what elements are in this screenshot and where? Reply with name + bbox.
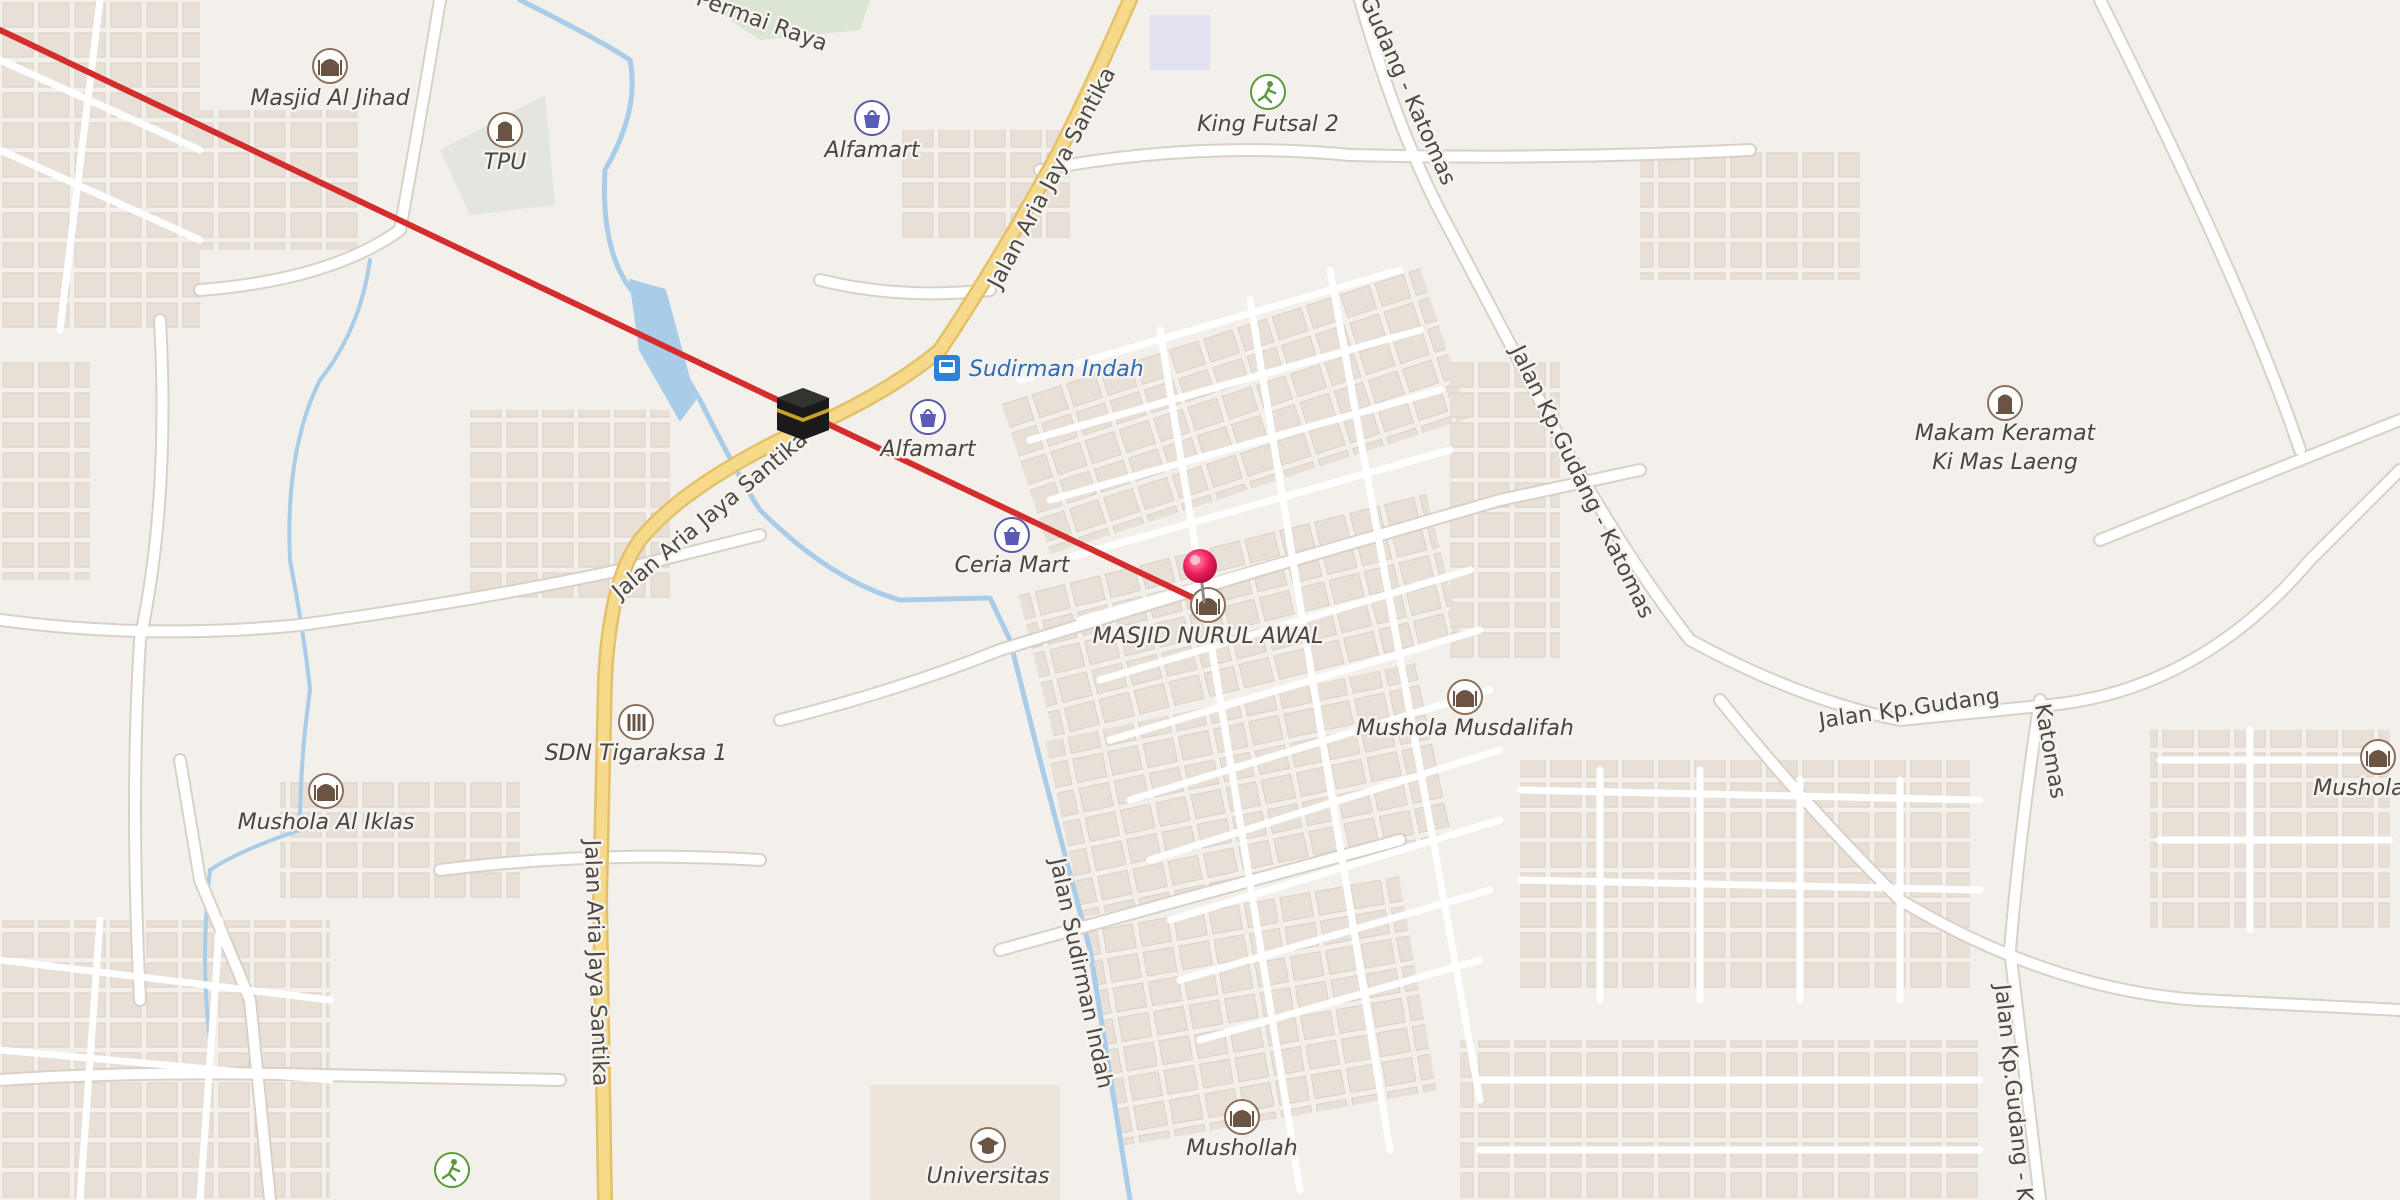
poi-label: Alfamart <box>879 437 977 462</box>
poi-sports-southwest[interactable] <box>434 1152 470 1188</box>
poi-label: Masjid Al Jihad <box>250 86 410 111</box>
map-canvas[interactable]: Permai Raya Jalan Aria Jaya Santika Jala… <box>0 0 2400 1200</box>
poi-label: Mushola Al <box>2313 776 2400 801</box>
poi-label: Universitas <box>927 1164 1050 1189</box>
poi-label: Mushola Al Iklas <box>238 810 415 835</box>
poi-label: Sudirman Indah <box>969 357 1144 382</box>
poi-label: TPU <box>484 150 527 175</box>
poi-label: Mushola Musdalifah <box>1356 716 1574 741</box>
poi-label: MASJID NURUL AWAL <box>1093 624 1324 649</box>
poi-label: SDN Tigaraksa 1 <box>545 741 728 766</box>
poi-label: Mushollah <box>1186 1136 1297 1161</box>
kaaba-icon <box>777 388 829 440</box>
poi-label: Ceria Mart <box>955 553 1071 578</box>
poi-label: Alfamart <box>823 138 921 163</box>
school-icon <box>618 704 654 740</box>
poi-label: King Futsal 2 <box>1197 112 1339 137</box>
